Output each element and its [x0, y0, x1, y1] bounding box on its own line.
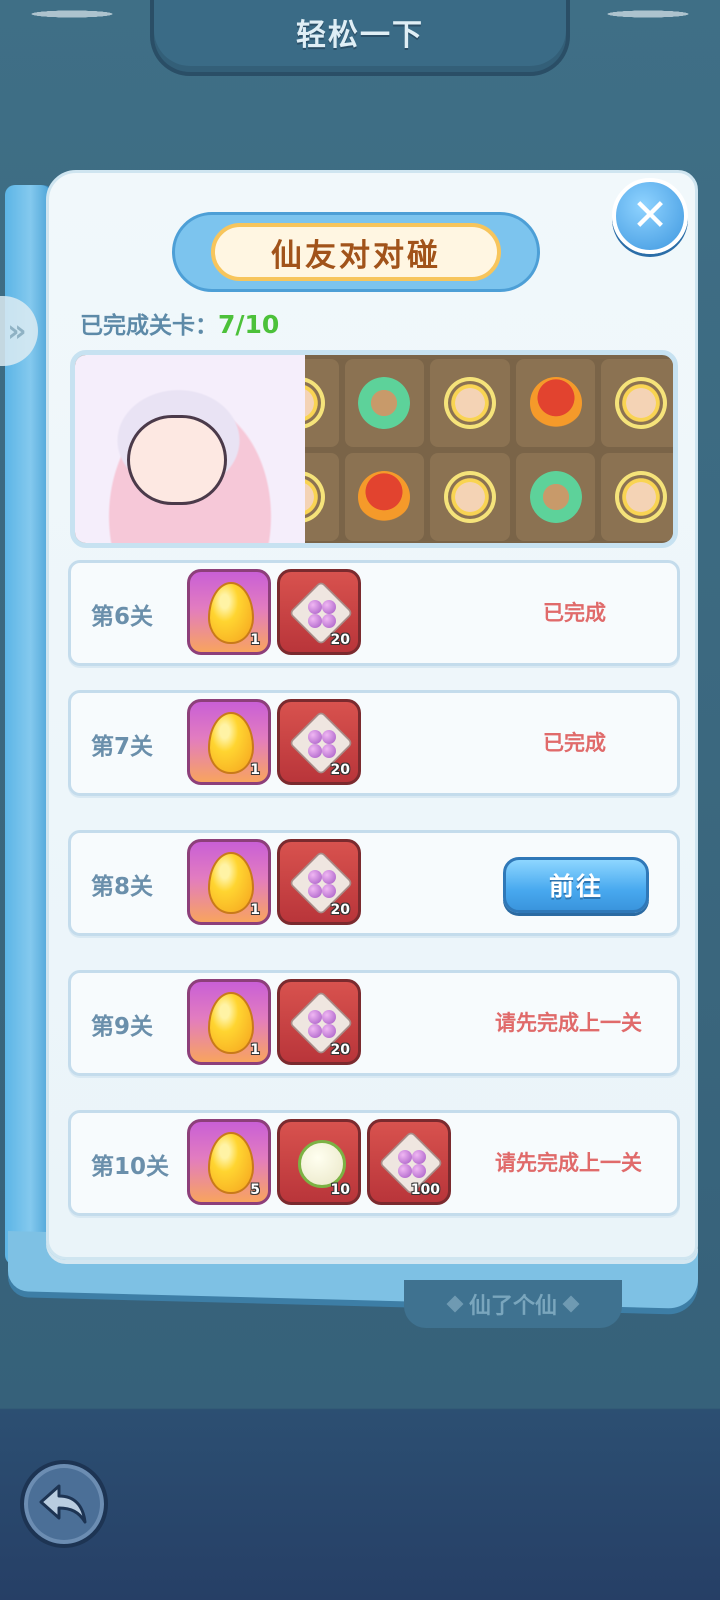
level-row: 第6关 1 20 已完成 [68, 560, 680, 666]
hero-character-art [75, 355, 305, 543]
tile [344, 453, 425, 541]
book-tab: 仙了个仙 [404, 1280, 622, 1328]
diamond-icon [562, 1295, 580, 1313]
panel-title: 仙友对对碰 [271, 237, 441, 274]
reward-count: 20 [330, 1042, 350, 1058]
reward-egg[interactable]: 1 [187, 839, 271, 925]
reward-egg[interactable]: 1 [187, 569, 271, 655]
egg-icon [208, 582, 254, 644]
level-name: 第7关 [91, 734, 154, 760]
level-name: 第6关 [91, 604, 154, 630]
reward-count: 1 [250, 632, 260, 648]
level-status: 已完成 [543, 731, 606, 755]
level-status: 请先完成上一关 [495, 1151, 642, 1175]
reward-count: 100 [410, 1182, 440, 1198]
level-name: 第10关 [91, 1154, 170, 1180]
tile-grid [255, 355, 673, 543]
level-status: 已完成 [543, 601, 606, 625]
level-name: 第8关 [91, 874, 154, 900]
reward-count: 1 [250, 762, 260, 778]
reward-count: 5 [250, 1182, 260, 1198]
hero-face [127, 415, 227, 505]
level-name: 第9关 [91, 1014, 154, 1040]
back-arrow-icon [39, 1484, 87, 1524]
level-status: 请先完成上一关 [495, 1011, 642, 1035]
egg-icon [208, 852, 254, 914]
reward-beads[interactable]: 100 [367, 1119, 451, 1205]
tile [430, 359, 510, 447]
egg-icon [208, 712, 254, 774]
go-button-label: 前往 [548, 872, 603, 901]
reward-rice[interactable]: 10 [277, 1119, 361, 1205]
header-banner: 轻松一下 [150, 0, 570, 76]
level-row: 第7关 1 20 已完成 [68, 690, 680, 796]
reward-egg[interactable]: 5 [187, 1119, 271, 1205]
go-button[interactable]: 前往 [503, 857, 649, 913]
egg-icon [208, 992, 254, 1054]
level-row: 第9关 1 20 请先完成上一关 [68, 970, 680, 1076]
tile [515, 359, 596, 447]
reward-beads[interactable]: 20 [277, 699, 361, 785]
tile [430, 453, 510, 541]
reward-egg[interactable]: 1 [187, 699, 271, 785]
progress-value: 7/10 [218, 310, 280, 339]
back-button[interactable] [20, 1460, 108, 1548]
panel-title-plaque: 仙友对对碰 [172, 212, 540, 292]
tile [601, 359, 673, 447]
game-banner-image [70, 350, 678, 548]
reward-beads[interactable]: 20 [277, 839, 361, 925]
egg-icon [208, 1132, 254, 1194]
rice-ball-icon [298, 1140, 346, 1188]
reward-count: 1 [250, 1042, 260, 1058]
book-tab-label: 仙了个仙 [468, 1294, 557, 1319]
tile [515, 453, 596, 541]
reward-count: 20 [330, 902, 350, 918]
level-row: 第8关 1 20 前往 [68, 830, 680, 936]
reward-count: 10 [330, 1182, 350, 1198]
progress-label: 已完成关卡： [80, 313, 218, 339]
diamond-icon [446, 1295, 464, 1313]
level-row: 第10关 5 10 100 请先完成上一关 [68, 1110, 680, 1216]
close-button[interactable]: ✕ [612, 178, 688, 254]
tile [601, 453, 673, 541]
tile [344, 359, 425, 447]
reward-count: 1 [250, 902, 260, 918]
header-title: 轻松一下 [296, 18, 424, 53]
reward-beads[interactable]: 20 [277, 569, 361, 655]
reward-count: 20 [330, 632, 350, 648]
progress-text: 已完成关卡：7/10 [80, 306, 279, 340]
reward-beads[interactable]: 20 [277, 979, 361, 1065]
chevron-double-right-icon: » [7, 313, 27, 349]
reward-egg[interactable]: 1 [187, 979, 271, 1065]
close-icon: ✕ [631, 190, 669, 241]
reward-count: 20 [330, 762, 350, 778]
